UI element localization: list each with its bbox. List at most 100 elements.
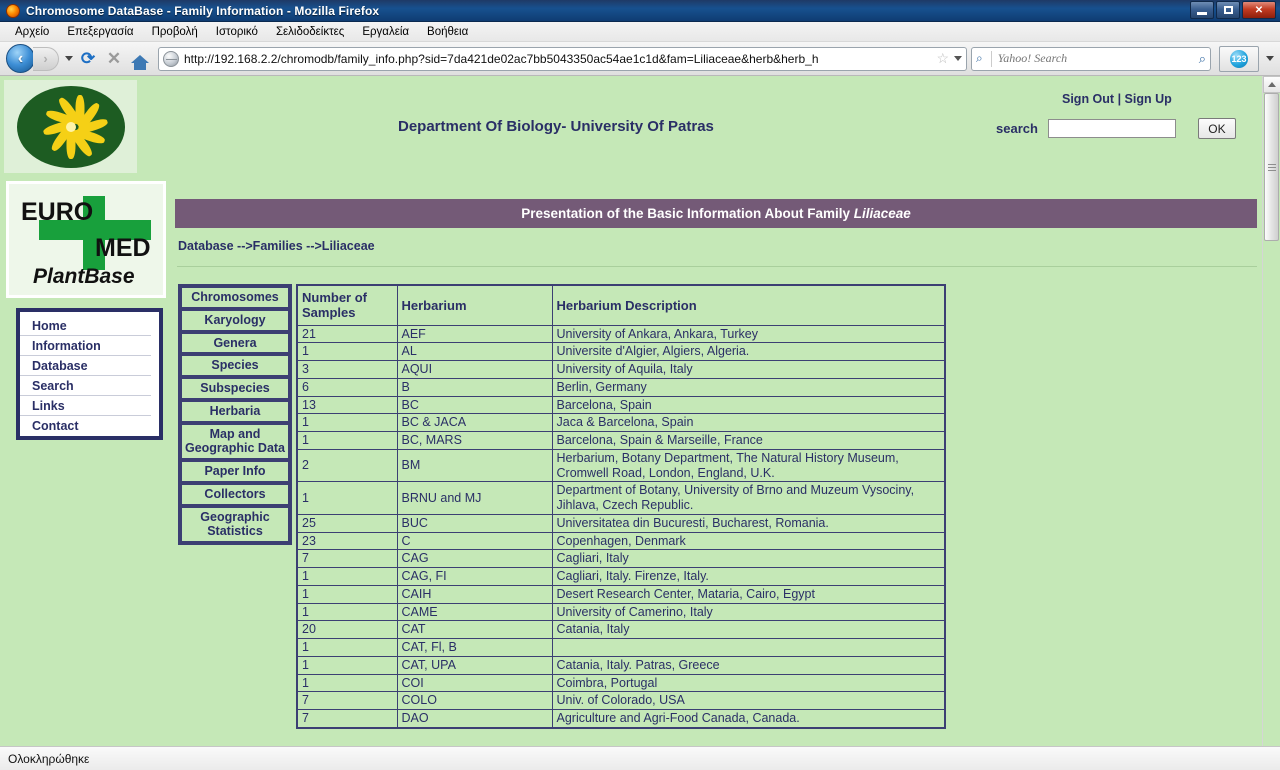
table-row: 1 CAIH Desert Research Center, Mataria, Ca… <box>296 584 946 604</box>
sidebar-item-links[interactable]: Links <box>20 398 151 416</box>
cell-number-of-samples: 1 <box>296 481 398 515</box>
cell-herbarium: CAG, FI <box>396 567 553 586</box>
cell-number-of-samples: 1 <box>296 413 398 433</box>
cell-number-of-samples: 23 <box>296 531 398 551</box>
skype-dropdown-icon[interactable] <box>1266 56 1274 61</box>
page-banner: Presentation of the Basic Information Ab… <box>175 199 1257 228</box>
status-text: Ολοκληρώθηκε <box>8 751 90 766</box>
menu-item-help[interactable]: Βοήθεια <box>418 24 477 40</box>
category-collectors[interactable]: Collectors <box>180 482 290 506</box>
table-row: Geographic Statistics <box>180 505 290 543</box>
category-chromosomes[interactable]: Chromosomes <box>180 286 290 309</box>
sidebar-item-contact[interactable]: Contact <box>20 418 151 435</box>
cell-number-of-samples: 1 <box>296 342 398 362</box>
cell-herbarium-description: Copenhagen, Denmark <box>551 531 946 551</box>
skype-icon: 123 <box>1230 49 1248 68</box>
sidebar-item-information[interactable]: Information <box>20 338 151 356</box>
breadcrumb[interactable]: Database -->Families -->Liliaceae <box>178 239 375 253</box>
sign-links-divider: | <box>1117 92 1122 106</box>
site-search-ok-button[interactable]: OK <box>1197 118 1236 139</box>
menu-item-edit[interactable]: Επεξεργασία <box>58 24 142 40</box>
table-row: 20 CAT Catania, Italy <box>296 620 946 640</box>
table-row: Chromosomes <box>180 286 290 309</box>
sidebar-item-search[interactable]: Search <box>20 378 151 396</box>
category-geographic-statistics[interactable]: Geographic Statistics <box>180 505 290 543</box>
cell-herbarium: BM <box>396 448 553 483</box>
scroll-up-button[interactable] <box>1263 76 1280 93</box>
table-row: 1 BC, MARS Barcelona, Spain & Marseille, F… <box>296 431 946 450</box>
cell-herbarium: AL <box>396 342 553 362</box>
forward-button[interactable]: › <box>33 46 59 71</box>
sign-out-link[interactable]: Sign Out <box>1062 92 1114 106</box>
page-viewport: EURO MED PlantBase Home Information Data… <box>0 76 1280 746</box>
table-row: 7 CAG Cagliari, Italy <box>296 549 946 569</box>
scrollbar-track[interactable] <box>1263 93 1280 746</box>
page-scrollbar[interactable] <box>1262 76 1280 746</box>
minimize-button[interactable] <box>1190 1 1214 19</box>
table-row: 25 BUC Universitatea din Bucuresti, Buchar… <box>296 513 946 533</box>
back-button[interactable]: ‹ <box>6 44 35 73</box>
horizontal-divider <box>177 266 1257 267</box>
cell-number-of-samples: 20 <box>296 620 398 640</box>
herbarium-table-head: Number of Samples Herbarium Herbarium De… <box>296 284 946 326</box>
menu-item-tools[interactable]: Εργαλεία <box>353 24 418 40</box>
menu-item-file[interactable]: Αρχείο <box>6 24 58 40</box>
logo-text-plantbase: PlantBase <box>33 264 135 288</box>
magnifier-icon[interactable]: ⌕ <box>1199 51 1206 67</box>
home-icon[interactable] <box>129 48 151 70</box>
category-map-and-geographic-data[interactable]: Map and Geographic Data <box>180 422 290 460</box>
cell-herbarium: AQUI <box>396 360 553 379</box>
address-bar[interactable]: http://192.168.2.2/chromodb/family_info.… <box>158 46 967 71</box>
menu-item-history[interactable]: Ιστορικό <box>207 24 267 40</box>
category-paper-info[interactable]: Paper Info <box>180 460 290 483</box>
category-subspecies[interactable]: Subspecies <box>180 377 290 400</box>
browser-search-box[interactable]: ⌕ ⌕ <box>971 46 1211 71</box>
scrollbar-thumb[interactable] <box>1264 93 1279 241</box>
browser-search-input[interactable] <box>995 50 1195 67</box>
banner-prefix: Presentation of the Basic Information Ab… <box>521 206 854 221</box>
search-engine-icon[interactable]: ⌕ <box>976 51 983 66</box>
table-row: Map and Geographic Data <box>180 422 290 460</box>
firefox-icon <box>6 3 20 18</box>
site-search-input[interactable] <box>1047 119 1176 138</box>
chevron-up-icon <box>1268 82 1276 87</box>
cell-number-of-samples: 13 <box>296 395 398 415</box>
status-bar: Ολοκληρώθηκε <box>0 746 1280 770</box>
category-nav-body: Chromosomes Karyology Genera Species Sub… <box>180 286 290 543</box>
table-row: Paper Info <box>180 460 290 483</box>
category-karyology[interactable]: Karyology <box>180 308 290 332</box>
cell-number-of-samples: 21 <box>296 324 398 344</box>
logo-text-euro: EURO <box>21 197 94 226</box>
table-row: Genera <box>180 331 290 355</box>
cell-herbarium-description: Universite d'Algier, Algiers, Algeria. <box>551 342 946 362</box>
category-herbaria[interactable]: Herbaria <box>180 399 290 423</box>
cell-herbarium-description: University of Ankara, Ankara, Turkey <box>551 324 946 344</box>
category-species[interactable]: Species <box>180 354 290 377</box>
cell-herbarium-description: Jaca & Barcelona, Spain <box>551 413 946 433</box>
close-icon: ✕ <box>1254 4 1264 16</box>
table-row: Species <box>180 354 290 377</box>
grip-icon <box>1267 163 1276 171</box>
stop-icon[interactable]: ✕ <box>103 48 125 70</box>
bookmark-star-icon[interactable]: ☆ <box>936 50 949 67</box>
sidebar-item-database[interactable]: Database <box>20 358 151 376</box>
menu-item-view[interactable]: Προβολή <box>143 24 207 40</box>
reload-icon[interactable]: ⟳ <box>77 48 99 70</box>
cell-number-of-samples: 1 <box>296 638 398 657</box>
category-genera[interactable]: Genera <box>180 331 290 355</box>
column-header-number-of-samples: Number of Samples <box>296 284 398 326</box>
url-dropdown-icon[interactable] <box>954 56 962 61</box>
cell-herbarium: BUC <box>396 513 553 533</box>
menu-bar: Αρχείο Επεξεργασία Προβολή Ιστορικό Σελι… <box>0 22 1280 42</box>
cell-number-of-samples: 1 <box>296 431 398 450</box>
table-header-row: Number of Samples Herbarium Herbarium De… <box>296 284 946 326</box>
close-button[interactable]: ✕ <box>1242 1 1276 19</box>
cell-herbarium: DAO <box>396 709 553 729</box>
maximize-button[interactable] <box>1216 1 1240 19</box>
history-dropdown-icon[interactable] <box>65 56 73 61</box>
sidebar-item-home[interactable]: Home <box>20 318 151 336</box>
skype-toolbar-button[interactable]: 123 <box>1219 45 1259 72</box>
menu-item-bookmarks[interactable]: Σελιδοδείκτες <box>267 24 353 40</box>
cell-herbarium: BC & JACA <box>396 413 553 433</box>
sign-up-link[interactable]: Sign Up <box>1125 92 1172 106</box>
